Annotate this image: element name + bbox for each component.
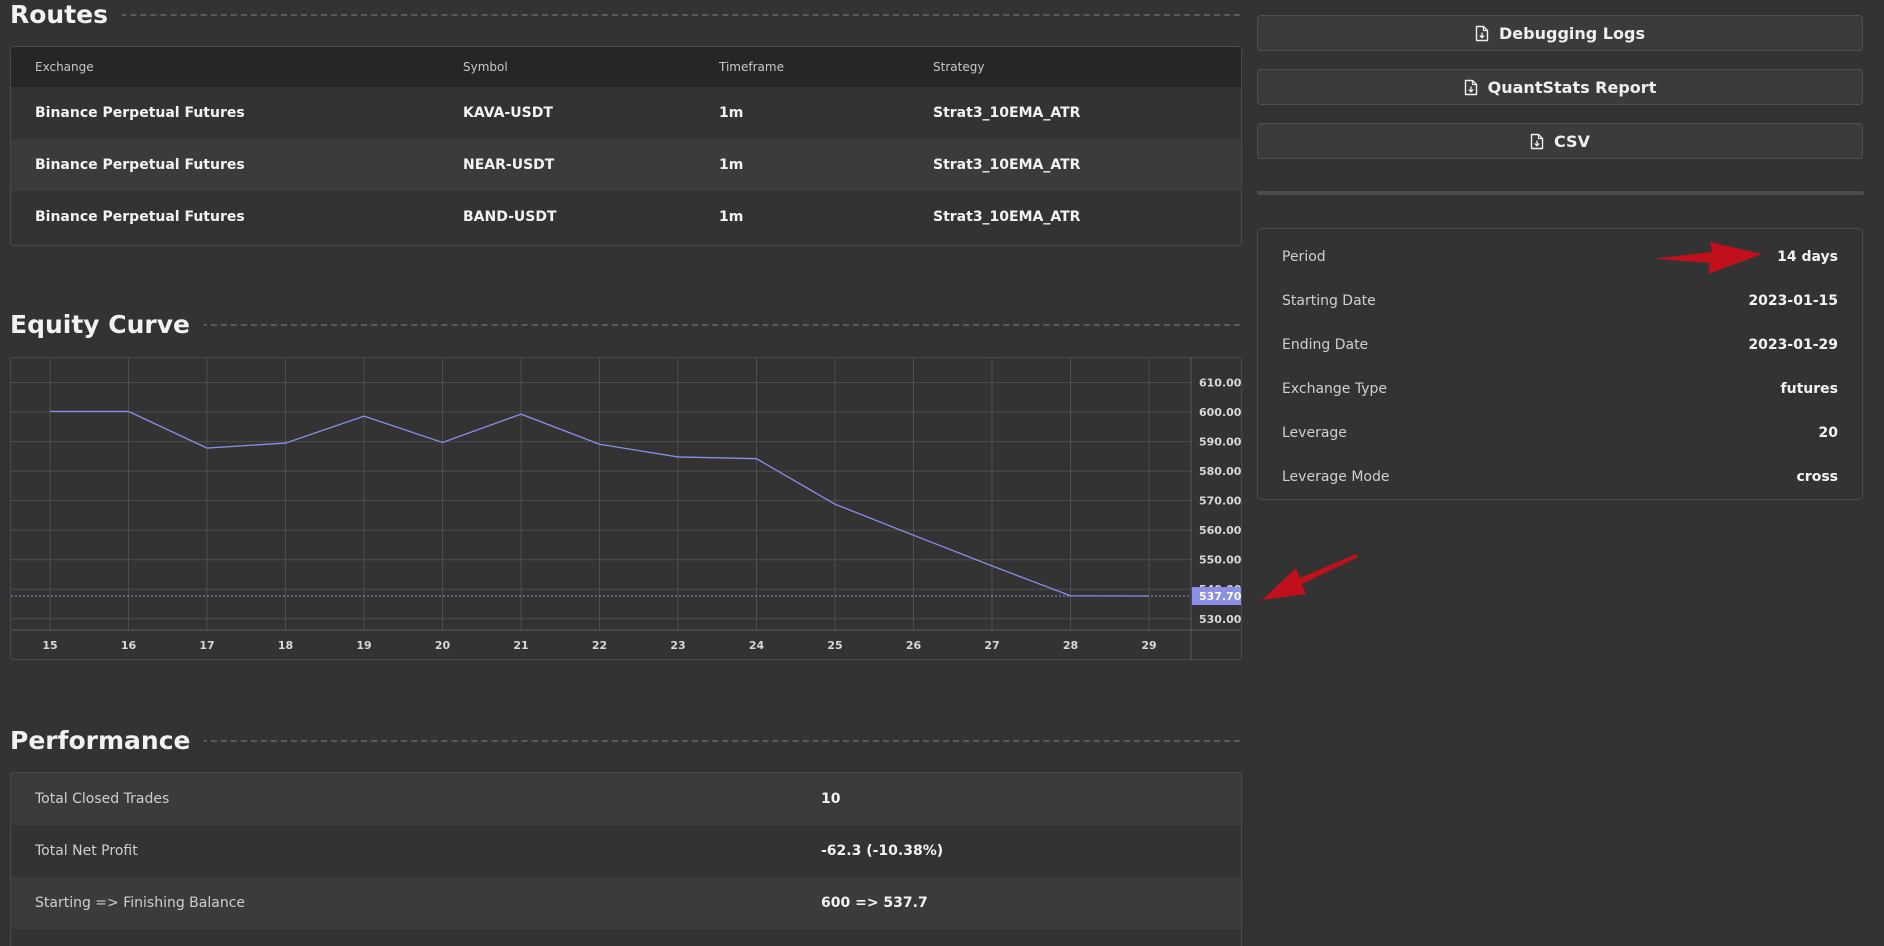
route-timeframe: 1m bbox=[719, 191, 743, 243]
csv-button[interactable]: CSV bbox=[1257, 123, 1863, 159]
table-row: Binance Perpetual Futures BAND-USDT 1m S… bbox=[11, 191, 1241, 243]
y-tick-label: 530.00 bbox=[1199, 613, 1241, 626]
file-download-icon bbox=[1530, 133, 1544, 150]
y-tick-label: 590.00 bbox=[1199, 436, 1241, 449]
performance-title: Performance bbox=[10, 726, 204, 756]
x-tick-label: 27 bbox=[984, 639, 999, 652]
perf-label: Total Closed Trades bbox=[35, 773, 169, 825]
x-tick-label: 24 bbox=[749, 639, 765, 652]
x-tick-label: 16 bbox=[121, 639, 137, 652]
table-row: Binance Perpetual Futures NEAR-USDT 1m S… bbox=[11, 139, 1241, 191]
y-tick-label: 600.00 bbox=[1199, 406, 1241, 419]
x-tick-label: 20 bbox=[435, 639, 451, 652]
perf-label: Starting => Finishing Balance bbox=[35, 877, 245, 929]
x-tick-label: 29 bbox=[1141, 639, 1156, 652]
debugging-logs-label: Debugging Logs bbox=[1499, 24, 1645, 43]
perf-value: -62.3 (-10.38%) bbox=[821, 825, 943, 877]
perf-label: Total Net Profit bbox=[35, 825, 138, 877]
info-value: 14 days bbox=[1777, 235, 1838, 279]
route-symbol: NEAR-USDT bbox=[463, 139, 554, 191]
col-timeframe: Timeframe bbox=[719, 47, 784, 87]
x-tick-label: 19 bbox=[356, 639, 371, 652]
backtest-info-table: Period 14 days Starting Date 2023-01-15 … bbox=[1257, 228, 1863, 500]
quantstats-report-button[interactable]: QuantStats Report bbox=[1257, 69, 1863, 105]
info-label: Leverage Mode bbox=[1282, 455, 1390, 499]
debugging-logs-button[interactable]: Debugging Logs bbox=[1257, 15, 1863, 51]
route-strategy: Strat3_10EMA_ATR bbox=[933, 87, 1080, 139]
y-tick-label: 570.00 bbox=[1199, 495, 1241, 508]
routes-table-header: Exchange Symbol Timeframe Strategy bbox=[11, 47, 1241, 87]
file-download-icon bbox=[1464, 79, 1478, 96]
table-row: Starting => Finishing Balance 600 => 537… bbox=[11, 877, 1241, 929]
col-exchange: Exchange bbox=[35, 47, 94, 87]
perf-value: 600 => 537.7 bbox=[821, 877, 928, 929]
x-tick-label: 18 bbox=[278, 639, 293, 652]
info-label: Starting Date bbox=[1282, 279, 1376, 323]
table-row: Binance Perpetual Futures KAVA-USDT 1m S… bbox=[11, 87, 1241, 139]
info-row: Starting Date 2023-01-15 bbox=[1258, 279, 1862, 323]
x-tick-label: 25 bbox=[827, 639, 842, 652]
info-label: Exchange Type bbox=[1282, 367, 1387, 411]
x-tick-label: 21 bbox=[513, 639, 528, 652]
divider bbox=[1257, 191, 1864, 195]
info-label: Ending Date bbox=[1282, 323, 1368, 367]
routes-title-rule bbox=[10, 14, 1240, 16]
info-row: Leverage Mode cross bbox=[1258, 455, 1862, 499]
x-tick-label: 23 bbox=[670, 639, 685, 652]
table-row: Total Closed Trades 10 bbox=[11, 773, 1241, 825]
red-arrow-annotation bbox=[1650, 232, 1770, 276]
info-value: 2023-01-15 bbox=[1748, 279, 1838, 323]
route-timeframe: 1m bbox=[719, 139, 743, 191]
equity-chart[interactable]: 610.00 600.00 590.00 580.00 570.00 560.00 550.… bbox=[10, 357, 1242, 660]
x-tick-label: 26 bbox=[906, 639, 922, 652]
performance-table: Total Closed Trades 10 Total Net Profit … bbox=[10, 772, 1242, 946]
route-timeframe: 1m bbox=[719, 87, 743, 139]
quantstats-report-label: QuantStats Report bbox=[1488, 78, 1657, 97]
info-row: Period 14 days bbox=[1258, 235, 1862, 279]
routes-title: Routes bbox=[10, 0, 122, 30]
route-strategy: Strat3_10EMA_ATR bbox=[933, 139, 1080, 191]
info-label: Leverage bbox=[1282, 411, 1347, 455]
route-exchange: Binance Perpetual Futures bbox=[35, 87, 245, 139]
info-row: Leverage 20 bbox=[1258, 411, 1862, 455]
col-strategy: Strategy bbox=[933, 47, 984, 87]
route-symbol: BAND-USDT bbox=[463, 191, 557, 243]
csv-label: CSV bbox=[1554, 132, 1590, 151]
y-tick-label: 560.00 bbox=[1199, 524, 1241, 537]
perf-value: 10 bbox=[821, 773, 840, 825]
x-tick-label: 17 bbox=[199, 639, 214, 652]
info-row: Exchange Type futures bbox=[1258, 367, 1862, 411]
info-value: cross bbox=[1797, 455, 1839, 499]
file-download-icon bbox=[1475, 25, 1489, 42]
x-tick-label: 22 bbox=[592, 639, 607, 652]
info-row: Ending Date 2023-01-29 bbox=[1258, 323, 1862, 367]
info-value: futures bbox=[1781, 367, 1838, 411]
info-label: Period bbox=[1282, 235, 1326, 279]
route-symbol: KAVA-USDT bbox=[463, 87, 553, 139]
y-tick-label: 580.00 bbox=[1199, 465, 1241, 478]
routes-table: Exchange Symbol Timeframe Strategy Binan… bbox=[10, 46, 1242, 246]
last-value-label: 537.70 bbox=[1199, 590, 1241, 603]
route-exchange: Binance Perpetual Futures bbox=[35, 191, 245, 243]
x-tick-label: 15 bbox=[42, 639, 57, 652]
x-tick-label: 28 bbox=[1063, 639, 1078, 652]
info-value: 2023-01-29 bbox=[1748, 323, 1838, 367]
col-symbol: Symbol bbox=[463, 47, 508, 87]
red-arrow-annotation bbox=[1256, 548, 1362, 604]
table-row: Total Net Profit -62.3 (-10.38%) bbox=[11, 825, 1241, 877]
route-exchange: Binance Perpetual Futures bbox=[35, 139, 245, 191]
equity-chart-svg[interactable]: 610.00 600.00 590.00 580.00 570.00 560.00 550.… bbox=[11, 358, 1241, 659]
equity-title: Equity Curve bbox=[10, 310, 204, 340]
info-value: 20 bbox=[1819, 411, 1838, 455]
y-tick-label: 550.00 bbox=[1199, 554, 1241, 567]
route-strategy: Strat3_10EMA_ATR bbox=[933, 191, 1080, 243]
y-tick-label: 610.00 bbox=[1199, 377, 1241, 390]
